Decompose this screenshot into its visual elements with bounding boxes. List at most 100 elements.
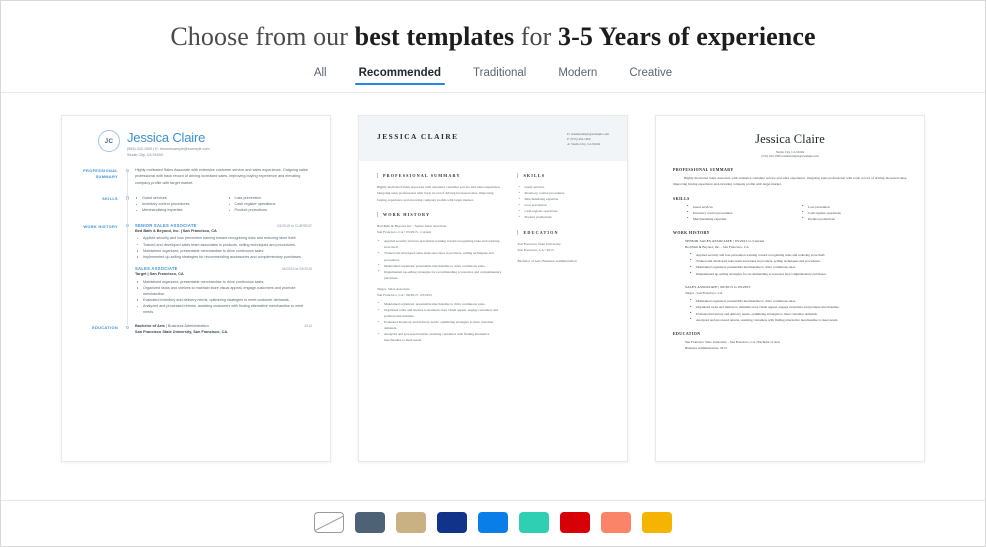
tab-creative[interactable]: Creative: [627, 67, 674, 85]
skills-list: Guest services Inventory control procedu…: [517, 184, 609, 221]
section-work-history: WORK HISTORY SENIOR SALES ASSOCIATE 03/2…: [72, 223, 316, 326]
list-item: Merchandising expertise: [135, 207, 220, 213]
swatch-no-color[interactable]: [314, 512, 344, 533]
section-label-skills: SKILLS: [102, 195, 118, 201]
swatch-slate[interactable]: [355, 512, 385, 533]
section-body-work: SENIOR SALES ASSOCIATE 03/2015 to CURREN…: [135, 223, 316, 316]
template-card-modern-timeline[interactable]: JC Jessica Claire (555) 432-1000 | E: re…: [61, 115, 331, 462]
contact-phone-email: (555) 432-1000 | E: resumesample@example…: [127, 147, 210, 151]
job-entry: SALES ASSOCIATE | 06/2013 to 03/2015 Tar…: [673, 284, 907, 323]
contact-address: A: Studio City, CA 91604: [567, 142, 601, 146]
job-entry: SENIOR SALES ASSOCIATE 03/2015 to CURREN…: [135, 223, 312, 260]
tab-all[interactable]: All: [312, 67, 329, 85]
swatch-tan[interactable]: [396, 512, 426, 533]
list-item: Product promotions: [517, 214, 609, 220]
skills-column-left: Guest services Inventory control procedu…: [135, 195, 220, 214]
resume-name: Jessica Claire: [755, 132, 825, 146]
contact-phone-email: (555) 432-1000 resumesample@example.com: [761, 154, 819, 159]
job-bullets: Maintained organized, presentable mercha…: [685, 297, 907, 323]
resume-header: JC Jessica Claire (555) 432-1000 | E: re…: [72, 130, 316, 158]
list-item: Applied security and loss prevention tra…: [377, 238, 503, 250]
section-label-work: WORK HISTORY: [673, 230, 710, 235]
swatch-navy[interactable]: [437, 512, 467, 533]
education-degree: Bachelor of Arts: Business Administratio…: [517, 258, 577, 263]
job-dates: 03/2015 to CURRENT: [277, 223, 312, 228]
job-place-dates: San Francisco, CA • 03/2015 - Current: [377, 230, 432, 235]
headline-part-2: for: [514, 22, 559, 51]
list-item: Implemented up-selling strategies for re…: [377, 268, 503, 281]
job-bullets: Applied security and loss prevention tra…: [377, 238, 503, 281]
list-item: Product promotions: [802, 215, 907, 222]
job-company: Target - San Francisco, CA: [685, 291, 723, 296]
timeline-line: [127, 171, 129, 196]
summary-text: Highly motivated Sales Associate with ex…: [673, 176, 907, 187]
section-label-summary: PROFESSIONAL SUMMARY: [377, 173, 503, 178]
page-title: Choose from our best templates for 3-5 Y…: [1, 21, 985, 53]
template-gallery-page: Choose from our best templates for 3-5 Y…: [0, 0, 986, 547]
education-degree: Business Administration, 2013: [685, 346, 727, 351]
list-item: Implemented up-selling strategies for re…: [135, 254, 312, 260]
resume-contact: E: resumesample@example.com P: (555) 432…: [567, 132, 609, 147]
category-tabs: All Recommended Traditional Modern Creat…: [1, 67, 985, 93]
swatch-red[interactable]: [560, 512, 590, 533]
headline-bold-1: best templates: [354, 22, 515, 51]
job-company: Bed Bath & Beyond, Inc. - San Francisco,…: [685, 244, 749, 249]
tab-recommended[interactable]: Recommended: [354, 67, 446, 85]
section-label-work: WORK HISTORY: [83, 223, 118, 229]
skills-columns: Guest services Inventory control procedu…: [673, 203, 907, 222]
section-label-education: EDUCATION: [673, 332, 701, 337]
section-body-skills: Guest services Inventory control procedu…: [135, 195, 316, 214]
avatar: JC: [98, 130, 120, 152]
template-card-classic-centered[interactable]: Jessica Claire Studio City, CA 91604 (55…: [655, 115, 925, 462]
list-item: Product promotions: [228, 207, 313, 213]
page-header: Choose from our best templates for 3-5 Y…: [1, 1, 985, 53]
job-bullets: Maintained organized, presentable mercha…: [135, 279, 312, 316]
summary-text: Highly motivated Sales Associate with ex…: [377, 185, 501, 202]
list-item: Merchandising expertise: [687, 215, 792, 222]
list-item: Analyzed and processed returns, assistin…: [377, 331, 503, 343]
section-summary: PROFESSIONAL SUMMARY Highly motivated Sa…: [72, 167, 316, 196]
timeline-line: [127, 227, 129, 326]
job-bullets: Applied security and loss prevention tra…: [135, 235, 312, 259]
job-bullets: Maintained organized, presentable mercha…: [377, 300, 503, 344]
swatch-amber[interactable]: [642, 512, 672, 533]
job-company: Target | San Francisco, CA: [135, 272, 184, 277]
section-body-education: Bachelor of Arts | Business Administrati…: [135, 324, 316, 334]
tab-list: All Recommended Traditional Modern Creat…: [1, 67, 985, 92]
tabs-divider: [1, 92, 985, 93]
template-card-serif-two-column[interactable]: JESSICA CLAIRE E: resumesample@example.c…: [358, 115, 628, 462]
list-item: Evaluated inventory and delivery needs, …: [377, 319, 503, 331]
education-school: San Francisco State University, San Fran…: [135, 329, 229, 334]
skills-column-left: Guest services Inventory control procedu…: [687, 203, 792, 222]
timeline-line: [127, 199, 129, 224]
resume-contact: Studio City, CA 91604 (555) 432-1000 res…: [673, 150, 907, 160]
list-item: Analyzed and processed returns, assistin…: [690, 316, 907, 323]
job-title: SALES ASSOCIATE: [135, 265, 178, 271]
color-swatch-bar: [1, 500, 985, 546]
job-dates: 06/2013 to 03/2015: [281, 266, 312, 271]
resume-columns: PROFESSIONAL SUMMARY Highly motivated Sa…: [359, 161, 627, 344]
swatch-salmon[interactable]: [601, 512, 631, 533]
section-label-work: WORK HISTORY: [377, 212, 503, 218]
section-label-education: EDUCATION: [517, 229, 609, 235]
list-item: Organized racks and shelves to maintain …: [377, 307, 503, 319]
education-degree: Bachelor of Arts | Business Administrati…: [135, 324, 209, 329]
resume-identity: Jessica Claire (555) 432-1000 | E: resum…: [127, 130, 210, 158]
section-body-summary: Highly motivated Sales Associate with ex…: [135, 167, 316, 186]
resume-column-right: SKILLS Guest services Inventory control …: [517, 173, 609, 344]
job-entry: Bed Bath & Beyond, Inc - Senior Sales As…: [377, 223, 503, 281]
resume-column-left: PROFESSIONAL SUMMARY Highly motivated Sa…: [377, 173, 503, 344]
swatch-teal[interactable]: [519, 512, 549, 533]
timeline-rail: [124, 223, 135, 326]
swatch-blue[interactable]: [478, 512, 508, 533]
section-label-education: EDUCATION: [92, 325, 118, 331]
headline-part-1: Choose from our: [170, 22, 355, 51]
job-place-dates: San Francisco, CA • 06/2013 - 03/2015: [377, 292, 432, 297]
list-item: Implemented up-selling strategies for re…: [690, 270, 907, 277]
section-education: EDUCATION Bachelor of Arts | Business Ad…: [72, 324, 316, 334]
tab-modern[interactable]: Modern: [556, 67, 599, 85]
timeline-rail: [124, 324, 135, 334]
job-bullets: Applied security and loss prevention tra…: [685, 251, 907, 277]
section-skills: SKILLS Guest services Inventory control …: [72, 195, 316, 224]
tab-traditional[interactable]: Traditional: [471, 67, 528, 85]
